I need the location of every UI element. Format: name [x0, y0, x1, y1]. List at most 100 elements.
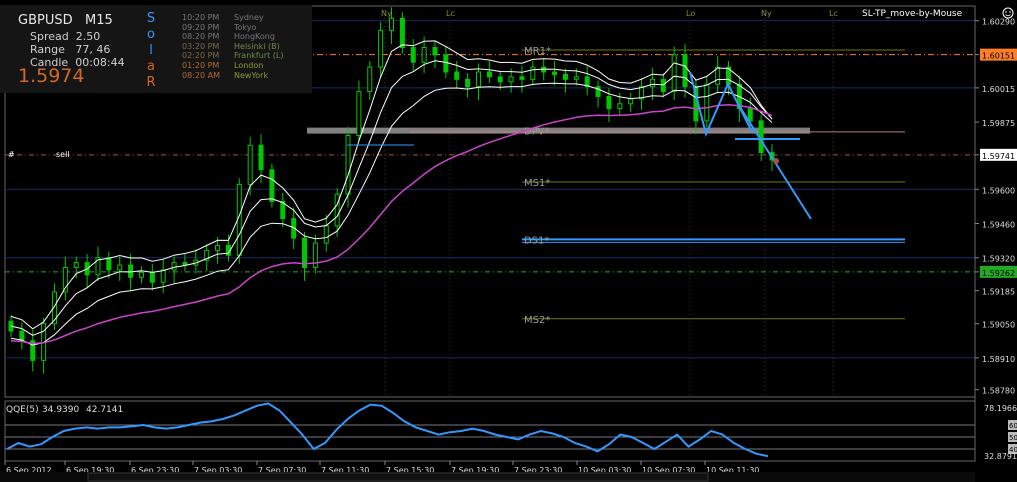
level-label: MS2*: [524, 315, 550, 326]
range-label: Range: [30, 43, 65, 56]
candle-body: [454, 71, 460, 80]
session-city: NewYork: [234, 70, 269, 80]
session-label: Lc: [829, 9, 838, 18]
candle-body: [497, 76, 503, 83]
indicator-frame: [4, 400, 976, 462]
trade-ticket: #: [8, 150, 15, 159]
session-time: 09:20 PM: [182, 22, 220, 32]
qqe-bottom-label: 32.8791: [984, 452, 1017, 461]
candle-body: [660, 78, 666, 93]
spread-label: Spread: [30, 30, 69, 43]
solar-letter: S: [146, 11, 156, 26]
candle-body: [138, 271, 144, 278]
price-label: 1.59050: [982, 321, 1015, 330]
spread-row: Spread 2.50: [30, 30, 100, 43]
candle-body: [106, 257, 112, 271]
price-label: 1.60015: [982, 85, 1015, 94]
timeframe: M15: [85, 13, 113, 28]
price-label: 1.59600: [982, 186, 1015, 195]
candle-body: [323, 225, 329, 244]
time-axis: 6 Sep 2012 6 Sep 19:30 6 Sep 23:30 7 Sep 03…: [0, 461, 975, 482]
candle-body: [475, 71, 481, 88]
candle-body: [334, 193, 340, 227]
candle-body: [149, 271, 155, 283]
session-time: 08:20 PM: [182, 32, 220, 42]
candle-body: [671, 54, 677, 93]
candle-body: [258, 144, 264, 171]
price-label: 1.59875: [982, 119, 1015, 128]
session-time: 01:20 PM: [182, 60, 220, 70]
candle-body: [410, 47, 416, 63]
candle-body: [443, 54, 449, 73]
candle-body: [617, 103, 623, 110]
candle-body: [73, 262, 79, 268]
solar-letter: a: [147, 59, 155, 74]
candle-body: [128, 264, 134, 278]
level-label: DS1*: [524, 235, 549, 246]
candle-body: [606, 95, 612, 110]
ma-slow-line: [10, 103, 773, 345]
qqe-top-label: 78.1966: [984, 404, 1017, 413]
candle-body: [747, 108, 753, 122]
candle-body: [389, 17, 394, 31]
candle-body: [573, 76, 579, 80]
session-city: Frankfurt (L): [234, 51, 284, 61]
chart-window[interactable]: MR1* DPV* MS1* DS1* MS2* 1.60290 1.60151 1.600…: [0, 0, 1017, 482]
candle-body: [378, 29, 384, 68]
price-label: 1.59185: [982, 288, 1015, 297]
order-marker: [773, 158, 779, 164]
candle-body: [171, 262, 177, 271]
candle-body: [269, 169, 275, 202]
session-time: 08:20 AM: [182, 70, 220, 80]
range-value: 77, 46: [75, 43, 111, 56]
spread-value: 2.50: [75, 30, 101, 43]
solar-indicator: S o l a R: [146, 11, 156, 91]
qqe-indicator: 605040QQE(5) 34.9390 42.7141 78.196632.8791: [5, 402, 1017, 461]
range-row: Range 77, 46: [30, 43, 110, 56]
candle-body: [682, 54, 688, 88]
candle-body: [432, 47, 438, 56]
level-label: MS1*: [524, 178, 550, 189]
current-price: 1.5974: [18, 65, 85, 87]
session-label: Lo: [686, 9, 695, 18]
session-city: Sydney: [234, 13, 264, 22]
candle-body: [19, 330, 25, 342]
info-panel: GBPUSD M15 Spread 2.50 Range 77, 46 Cand…: [0, 5, 312, 93]
candle-body: [117, 264, 123, 271]
session-city: Helsinki (B): [234, 41, 280, 51]
candle-body: [367, 66, 373, 93]
price-label: 1.59262: [982, 269, 1015, 278]
session-time: 03:20 PM: [182, 41, 220, 51]
ea-label: SL-TP_move-by-Mouse: [862, 9, 963, 19]
candle-body: [486, 71, 492, 78]
price-label: 1.60290: [982, 18, 1015, 27]
ma-lower-line: [10, 82, 773, 346]
session-city: Tokyo: [234, 22, 257, 32]
price-label: 1.59741: [982, 152, 1015, 161]
session-label: Ny: [761, 9, 772, 18]
symbol-title: GBPUSD M15: [18, 13, 113, 28]
qqe-value1: 34.9390: [42, 405, 79, 415]
price-label: 1.59320: [982, 255, 1015, 264]
session-cities: Sydney Tokyo HongKong Helsinki (B) Frank…: [234, 13, 283, 80]
candle-body: [519, 76, 525, 80]
candle-body: [704, 83, 710, 122]
qqe-level-label: 60: [1009, 422, 1017, 430]
session-city: HongKong: [234, 32, 275, 42]
candle-body: [399, 17, 405, 49]
level-label: MR1*: [524, 46, 551, 57]
candle-body: [247, 144, 253, 185]
candle-body: [562, 73, 568, 80]
price-label: 1.60151: [982, 52, 1015, 61]
session-city: London: [234, 60, 264, 70]
session-labels: Ny Lc Lo Ny Lc: [381, 9, 838, 18]
candle-body: [530, 66, 536, 80]
session-label: Ny: [381, 9, 392, 18]
solar-letter: o: [147, 27, 155, 42]
candle-body: [345, 135, 351, 195]
solar-letter: l: [149, 43, 153, 58]
wave-pattern-line: [689, 71, 753, 138]
session-time: 02:20 PM: [182, 51, 220, 61]
candle-body: [421, 47, 427, 63]
price-label: 1.58780: [982, 387, 1015, 396]
